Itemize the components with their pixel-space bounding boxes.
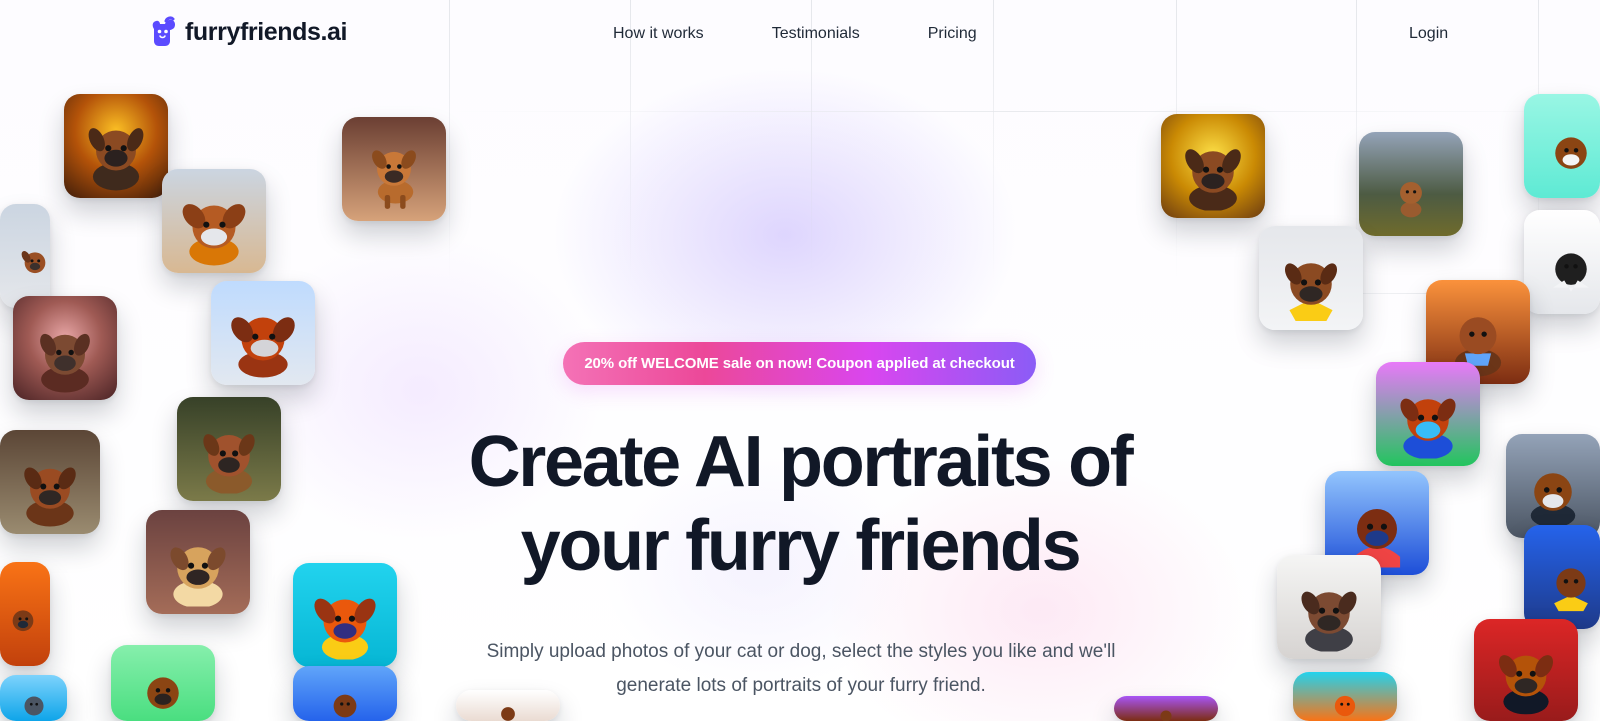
pet-portrait-image (1293, 672, 1397, 721)
pet-portrait-image (0, 204, 50, 308)
promo-banner[interactable]: 20% off WELCOME sale on now! Coupon appl… (563, 342, 1036, 385)
pet-portrait-image (0, 675, 67, 721)
pet-portrait-image (1524, 94, 1600, 198)
dog-portrait-art (470, 703, 547, 721)
pet-portrait-image (64, 94, 168, 198)
dog-portrait-art (356, 137, 433, 214)
pet-portrait-image (13, 296, 117, 400)
brand-logo-link[interactable]: furryfriends.ai (149, 16, 348, 48)
brand-name: furryfriends.ai (185, 17, 348, 46)
pet-portrait-image (211, 281, 315, 385)
dog-portrait-art (1543, 230, 1599, 307)
dog-logo-icon (152, 16, 176, 46)
dog-portrait-art (27, 316, 104, 393)
nav-how-it-works[interactable]: How it works (613, 24, 704, 44)
dog-portrait-art (78, 114, 155, 191)
hero-headline-line-2: your furry friends (520, 506, 1082, 586)
site-header: furryfriends.ai How it works Testimonial… (0, 0, 1600, 68)
dog-portrait-art (225, 301, 302, 378)
pet-portrait-image (293, 666, 397, 721)
dog-portrait-art (307, 583, 384, 660)
hero-subheadline: Simply upload photos of your cat or dog,… (451, 635, 1151, 703)
dog-portrait-art (1543, 114, 1599, 191)
dog-portrait-art (9, 689, 59, 721)
nav-testimonials[interactable]: Testimonials (772, 24, 860, 44)
pet-portrait-image (162, 169, 266, 273)
hero-subheadline-line-2: generate lots of portraits of your furry… (616, 675, 986, 696)
pet-portrait-image (342, 117, 446, 221)
pet-portrait-image (1524, 210, 1600, 314)
hero-subheadline-line-1: Simply upload photos of your cat or dog,… (486, 641, 1116, 662)
dog-portrait-art (1307, 688, 1384, 721)
dog-portrait-art (4, 582, 41, 659)
dog-portrait-art (125, 664, 202, 720)
main-nav: How it works Testimonials Pricing (613, 24, 977, 44)
pet-portrait-image (1474, 619, 1578, 721)
dog-portrait-art (17, 224, 51, 301)
hero-headline: Create AI portraits of your furry friend… (0, 420, 1600, 588)
dog-portrait-art (1488, 638, 1565, 714)
pet-portrait-image (1259, 226, 1363, 330)
dog-portrait-art (1273, 246, 1350, 323)
dog-portrait-art (307, 685, 384, 721)
nav-pricing[interactable]: Pricing (928, 24, 977, 44)
hero-headline-line-1: Create AI portraits of (468, 422, 1134, 502)
dog-portrait-art (1175, 134, 1252, 211)
pet-portrait-image (1359, 132, 1463, 236)
dog-portrait-art (176, 189, 253, 266)
dog-portrait-art (1385, 170, 1437, 222)
pet-portrait-image (1161, 114, 1265, 218)
login-link[interactable]: Login (1409, 24, 1448, 44)
pet-portrait-image (111, 645, 215, 721)
dog-portrait-art (1128, 707, 1205, 721)
